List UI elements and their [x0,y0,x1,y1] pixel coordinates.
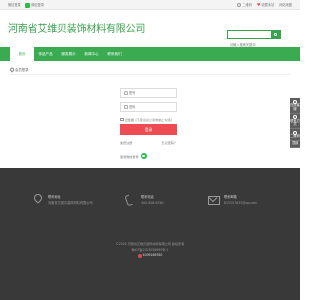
heart-icon: ♥ [256,2,261,7]
remember-me-note: (不建议在公用电脑上勾选) [135,118,172,122]
wechat-login-top-link[interactable]: 微信登录 [24,0,44,10]
breadcrumb: 会员登录 [9,67,29,72]
footer-phone: 联系电话 400-928-6780 [125,194,164,206]
password-input[interactable] [129,103,175,111]
side-tool-online-service[interactable]: 在线客服 [290,98,300,114]
qrcode-link-label: 二维码 [242,3,252,7]
side-tool-contact-label: 联系方式 [290,118,300,127]
nav-items: 首页 饰品产品 服务展示 新闻中心 联系我们 [10,47,126,61]
login-button[interactable]: 登录 [120,124,177,135]
footer-address: 联系地址 河南省艾维贝装饰材料有限公司 [32,194,93,206]
side-tool-contact[interactable]: 联系方式 [290,114,300,130]
nav-item-news[interactable]: 新闻中心 [80,47,103,61]
username-field-wrap [120,88,177,98]
footer-email: 联系邮箱 815257635@qq.com [208,194,257,206]
footer-email-value: 815257635@qq.com [224,201,258,205]
nav-item-services[interactable]: 服务展示 [57,47,80,61]
lock-icon [123,105,128,109]
forgot-password-link[interactable]: 忘记密码？ [162,140,177,145]
side-toolbar: 在线客服 联系方式 二维码 顶部 [290,98,300,149]
footer-hotline-number: 4009286780 [142,253,163,257]
nav-item-products[interactable]: 饰品产品 [34,47,57,61]
account-links: 免费注册 忘记密码？ [120,140,177,145]
sitemap-link[interactable]: 网站地图 [279,0,292,10]
bookmark-link-label: 收藏本站 [261,3,275,7]
side-tool-qrcode[interactable]: 二维码 [290,129,300,142]
top-bar: 微信登录 微信登录 二维码 ♥ 收藏本站 网站地图 [0,0,300,10]
footer-bottom: ©2024 河南省艾维贝装饰材料有限公司 版权所有 豫ICP备202303469… [0,242,300,260]
side-tool-online-service-label: 在线客服 [290,103,300,111]
nav-item-home[interactable]: 首页 [10,47,34,61]
wechat-login-row[interactable]: 使用微信登录 [120,153,147,159]
footer: 联系地址 河南省艾维贝装饰材料有限公司 联系电话 400-928-6780 联系… [0,168,300,300]
site-title[interactable]: 河南省艾维贝装饰材料有限公司 [8,20,145,35]
qrcode-link[interactable]: 二维码 [237,0,252,10]
remember-me-label: 记住我 [124,118,134,122]
side-tool-top-label: 顶部 [291,141,299,146]
wechat-login-top-label: 微信登录 [31,3,44,7]
phone-icon [125,194,135,206]
footer-hotline[interactable]: 4009286780 [137,253,163,259]
remember-me-row: 记住我 (不建议在公用电脑上勾选) [120,117,172,122]
location-icon [32,194,42,206]
side-tool-qrcode-label: 二维码 [290,134,300,139]
bookmark-link[interactable]: ♥ 收藏本站 [257,0,274,10]
top-link-1-label: 微信登录 [8,3,21,7]
search-icon [274,33,277,36]
search-box [227,30,281,49]
side-tool-top[interactable]: 顶部 [290,141,300,149]
password-field-wrap [120,102,177,112]
register-link[interactable]: 免费注册 [120,140,132,145]
wechat-login-label: 使用微信登录 [120,154,139,159]
sitemap-link-label: 网站地图 [279,3,292,7]
mail-icon [208,194,220,206]
username-input[interactable] [129,89,175,97]
top-link-1[interactable]: 微信登录 [8,0,21,10]
user-icon [123,91,128,95]
location-pin-icon [9,67,15,72]
remember-me-checkbox[interactable] [120,117,124,122]
phone-icon [137,253,142,258]
wechat-icon [24,2,30,8]
search-button[interactable] [271,31,280,38]
nav-item-contact[interactable]: 联系我们 [103,47,126,61]
top-bar-left: 微信登录 微信登录 [8,0,48,10]
breadcrumb-label: 会员登录 [15,68,29,72]
wechat-icon[interactable] [140,153,147,159]
top-bar-right: 二维码 ♥ 收藏本站 网站地图 [232,0,292,10]
breadcrumb-divider [10,74,290,75]
footer-address-value: 河南省艾维贝装饰材料有限公司 [48,201,93,205]
qrcode-icon [237,3,242,7]
footer-phone-value: 400-928-6780 [141,201,164,205]
main-nav: 首页 饰品产品 服务展示 新闻中心 联系我们 [0,47,300,61]
